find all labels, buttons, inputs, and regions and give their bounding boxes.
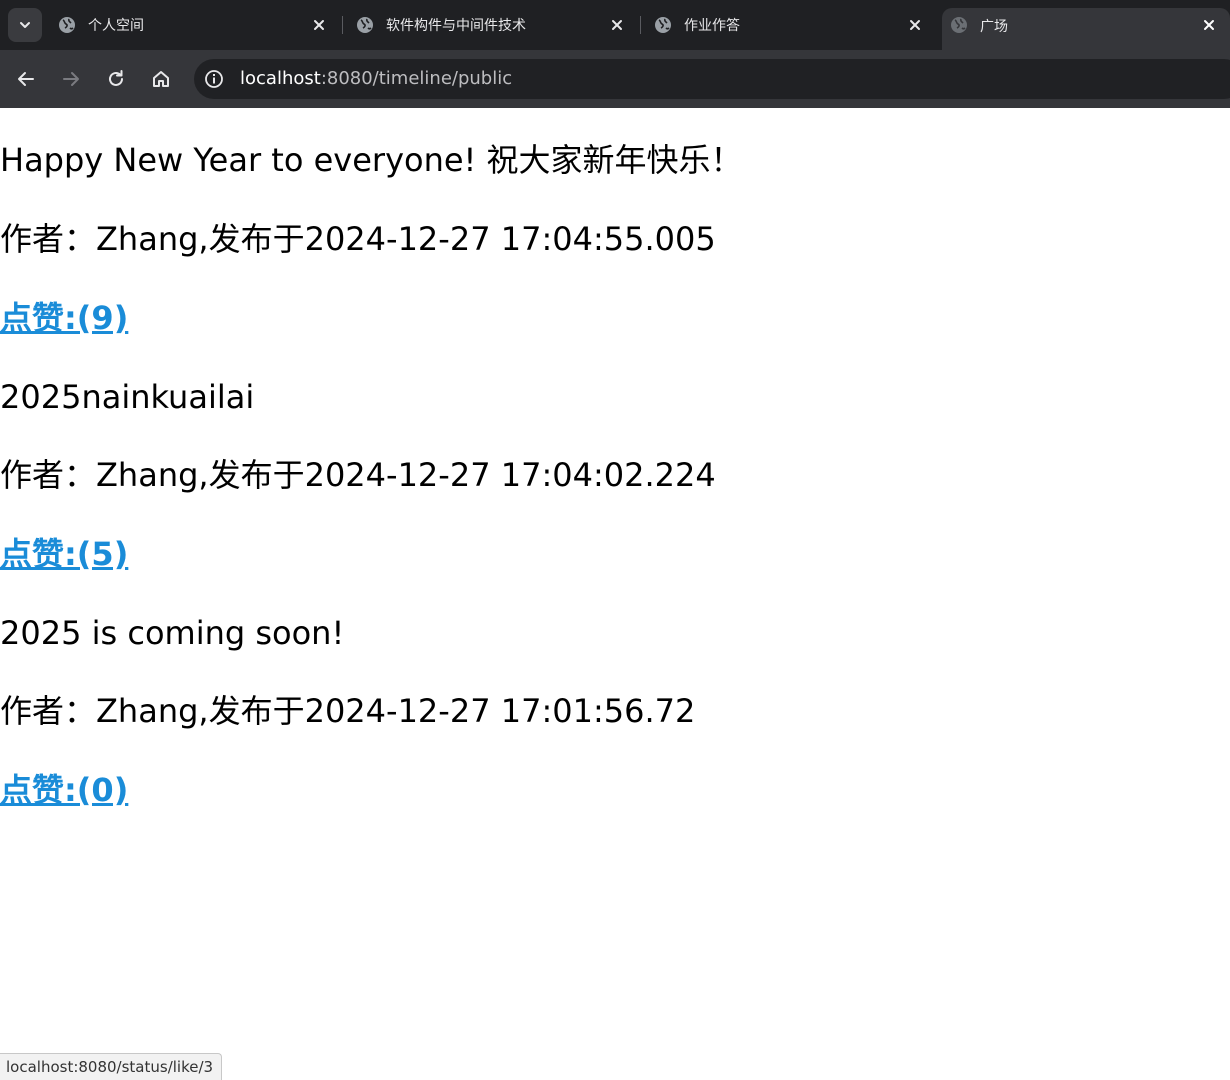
like-link[interactable]: 点赞:(5) [0,534,128,574]
close-icon[interactable] [610,18,624,32]
tab-title: 个人空间 [88,18,144,34]
forward-button[interactable] [57,65,85,93]
url-host: localhost [240,68,321,89]
tab-strip: 个人空间 软件构件与中间件技术 作业作答 广场 [0,0,1230,50]
tab-divider [342,16,343,34]
arrow-right-icon [63,72,79,86]
like-link[interactable]: 点赞:(0) [0,770,128,810]
tab-title: 广场 [980,19,1008,35]
globe-icon [357,17,373,33]
page-content: Happy New Year to everyone! 祝大家新年快乐！ 作者：… [0,108,1230,1080]
globe-icon [951,17,967,33]
browser-chrome: 个人空间 软件构件与中间件技术 作业作答 广场 localhost:8080/t… [0,0,1230,108]
post-content: 2025 is coming soon! [0,614,345,652]
post-content: 2025nainkuailai [0,378,255,416]
close-icon[interactable] [1202,18,1216,32]
tab-title: 软件构件与中间件技术 [386,18,526,34]
tab-homework[interactable]: 作业作答 [646,8,936,42]
tab-search-button[interactable] [8,8,42,42]
close-icon[interactable] [312,18,326,32]
back-button[interactable] [12,65,40,93]
tab-software-components[interactable]: 软件构件与中间件技术 [348,8,638,42]
tab-divider [640,16,641,34]
like-link[interactable]: 点赞:(9) [0,298,128,338]
address-bar[interactable]: localhost:8080/timeline/public [194,59,1230,99]
browser-toolbar: localhost:8080/timeline/public [0,50,1230,108]
info-icon[interactable] [204,69,224,89]
post-meta: 作者：Zhang,发布于2024-12-27 17:01:56.72 [0,692,696,730]
reload-button[interactable] [102,65,130,93]
arrow-left-icon [18,72,34,86]
globe-icon [59,17,75,33]
chevron-down-icon [20,22,30,28]
post-meta: 作者：Zhang,发布于2024-12-27 17:04:55.005 [0,220,716,258]
home-button[interactable] [147,65,175,93]
home-icon [153,71,169,87]
url-text[interactable]: localhost:8080/timeline/public [240,68,512,89]
status-bar-url: localhost:8080/status/like/3 [0,1053,223,1080]
tab-plaza[interactable]: 广场 [942,8,1230,50]
tab-title: 作业作答 [684,18,740,34]
globe-icon [655,17,671,33]
post-meta: 作者：Zhang,发布于2024-12-27 17:04:02.224 [0,456,716,494]
post-content: Happy New Year to everyone! 祝大家新年快乐！ [0,141,743,179]
url-path: :8080/timeline/public [320,68,513,89]
close-icon[interactable] [908,18,922,32]
reload-icon [109,70,123,86]
tab-personal-space[interactable]: 个人空间 [50,8,340,42]
